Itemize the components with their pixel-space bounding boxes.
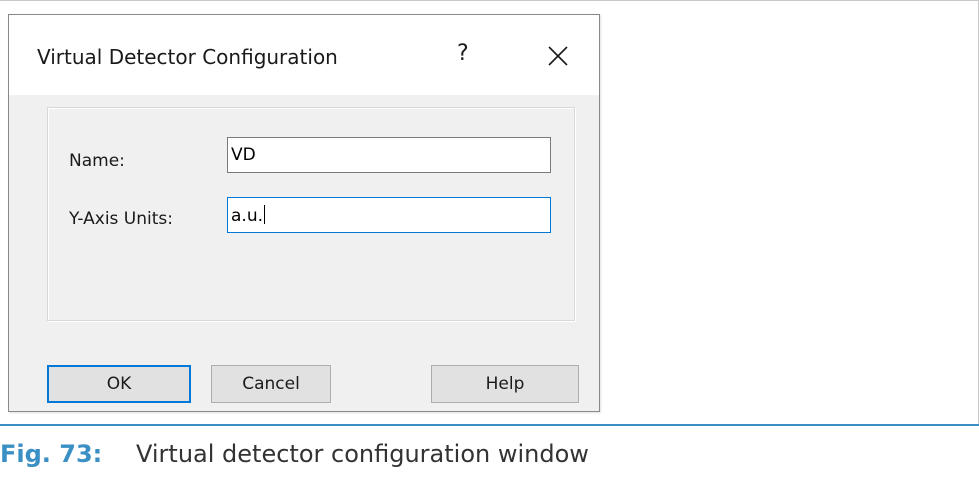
figure-number: Fig. 73: [0,440,103,468]
y-axis-units-label: Y-Axis Units: [69,209,173,229]
name-label: Name: [69,151,125,171]
dialog-title: Virtual Detector Configuration [37,45,338,69]
dialog-title-bar[interactable]: Virtual Detector Configuration ? [9,15,599,95]
question-mark-icon[interactable]: ? [457,41,469,66]
y-axis-units-field-value: a.u. [231,206,263,226]
text-caret [264,205,265,224]
help-button[interactable]: Help [431,365,579,403]
figure-caption-text: Virtual detector configuration window [136,440,589,468]
y-axis-units-field[interactable]: a.u. [227,197,551,233]
name-field[interactable]: VD [227,137,551,173]
figure-caption: Fig. 73: Virtual detector configuration w… [0,440,589,468]
close-icon[interactable] [547,45,569,67]
caption-rule [0,424,979,426]
ok-button[interactable]: OK [47,365,191,403]
name-field-value: VD [231,145,256,165]
cancel-button[interactable]: Cancel [211,365,331,403]
virtual-detector-configuration-dialog: Virtual Detector Configuration ? Name: V… [8,14,600,412]
